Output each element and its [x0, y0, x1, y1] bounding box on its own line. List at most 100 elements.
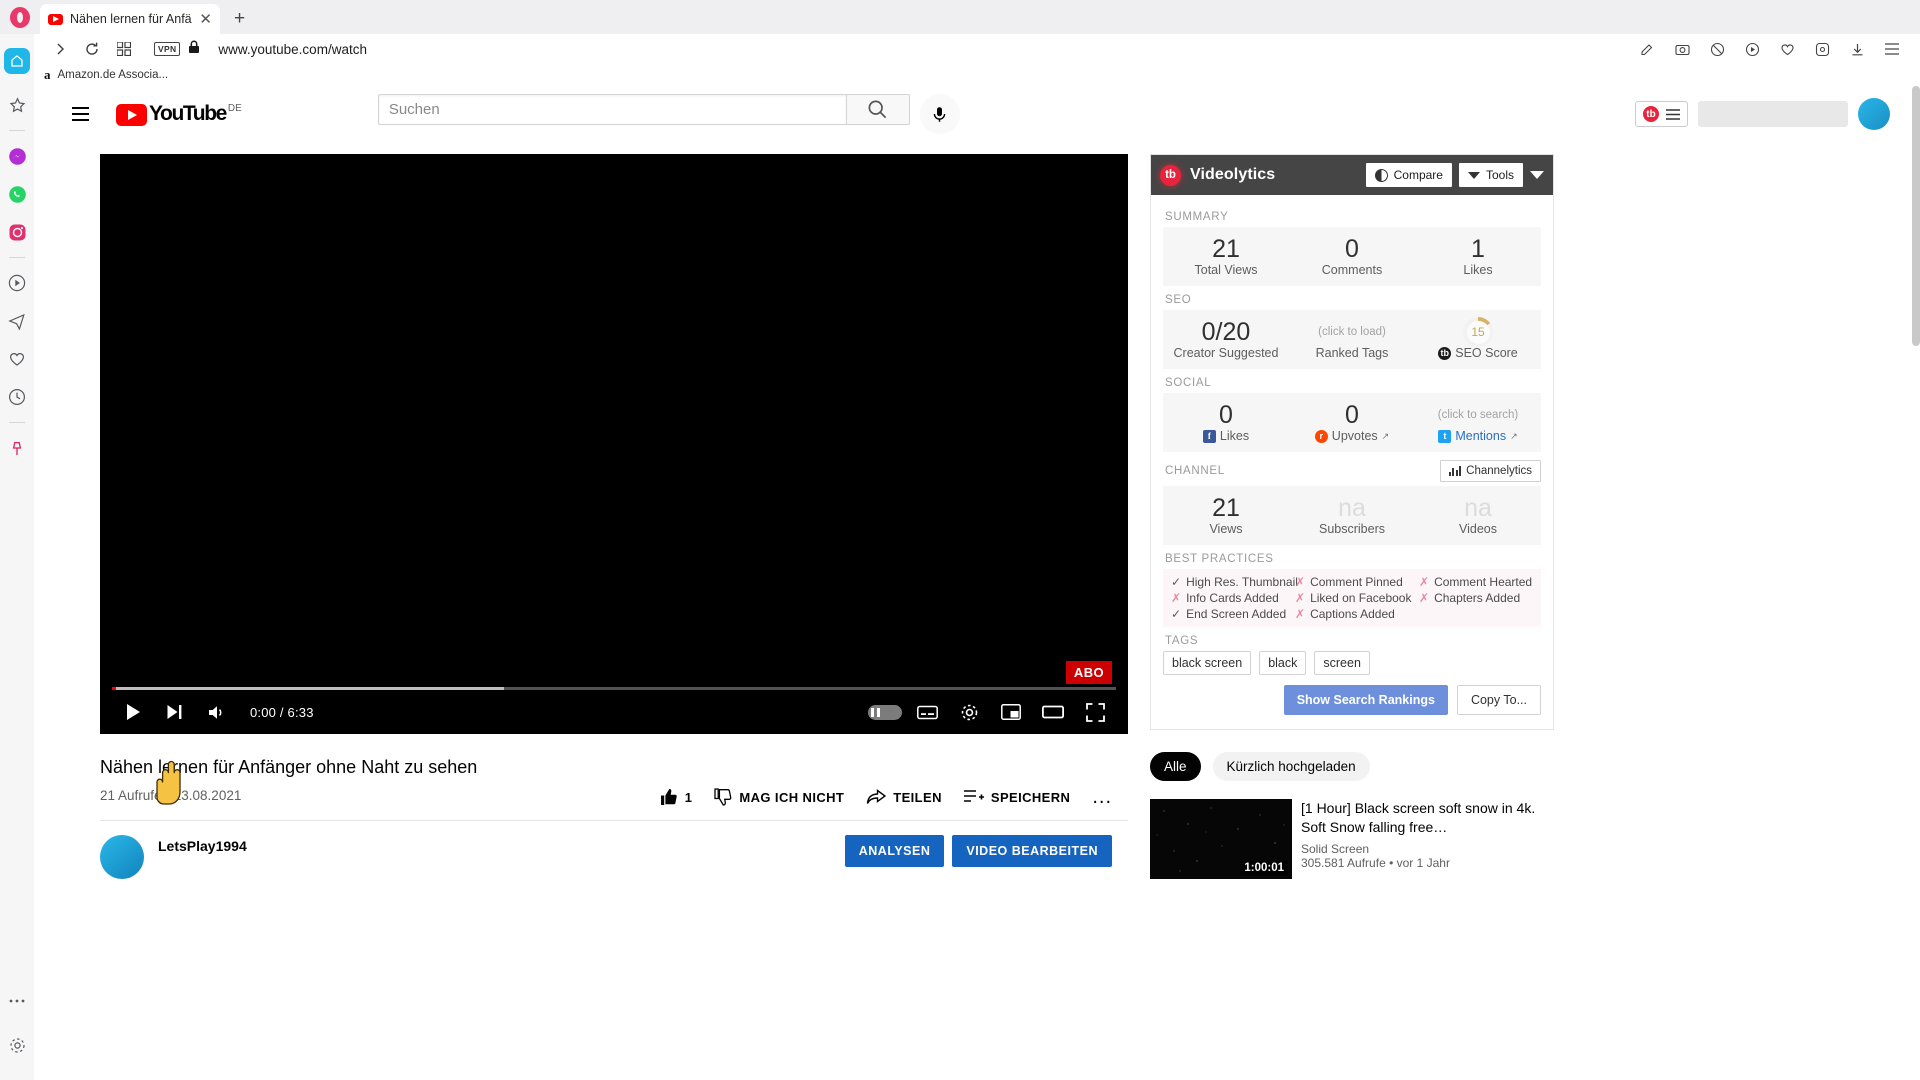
sidebar-pin-icon[interactable]: [2, 429, 32, 467]
search-input[interactable]: [377, 94, 846, 125]
cross-icon: ✗: [1295, 607, 1306, 621]
reload-icon[interactable]: [76, 36, 108, 62]
sidebar-messenger-icon[interactable]: [2, 137, 32, 175]
extensions-icon[interactable]: [1806, 36, 1838, 62]
compare-button[interactable]: Compare: [1365, 163, 1452, 187]
channel-views-value: 21: [1212, 494, 1240, 522]
summary-section-label: SUMMARY: [1165, 211, 1229, 223]
forward-icon[interactable]: [44, 36, 76, 62]
menu-icon[interactable]: [1876, 36, 1908, 62]
panel-collapse-icon[interactable]: [1530, 171, 1544, 179]
voice-search-icon[interactable]: [919, 94, 960, 134]
sidebar-more-icon[interactable]: [2, 982, 32, 1020]
youtube-wordmark: YouTube: [149, 102, 227, 125]
channel-owner-row: LetsPlay1994 ANALYSEN VIDEO BEARBEITEN: [100, 821, 1128, 879]
seo-score-value: 15: [1466, 320, 1490, 344]
like-button[interactable]: 1: [660, 788, 693, 806]
stat-reddit-upvotes[interactable]: 0 r Upvotes ↗: [1289, 400, 1415, 443]
tools-button[interactable]: Tools: [1458, 163, 1523, 187]
video-meta-row: 21 Aufrufe • 13.08.2021 1 MAG ICH NICHT: [100, 787, 1128, 807]
channel-section-label: CHANNEL Channelytics: [1165, 460, 1541, 482]
bar-chart-icon: [1448, 466, 1462, 476]
edit-video-button[interactable]: VIDEO BEARBEITEN: [952, 835, 1112, 867]
facebook-likes-label: Likes: [1219, 429, 1250, 443]
account-placeholder[interactable]: [1698, 101, 1848, 127]
theater-mode-button[interactable]: [1034, 693, 1072, 731]
tag-item[interactable]: black screen: [1163, 651, 1252, 675]
fullscreen-button[interactable]: [1076, 693, 1114, 731]
subtitles-button[interactable]: [908, 693, 946, 731]
time-display: 0:00 / 6:33: [250, 704, 314, 720]
tag-item[interactable]: black: [1259, 651, 1307, 675]
stat-twitter-mentions[interactable]: (click to search) t Mentions ↗: [1415, 400, 1541, 443]
new-tab-button[interactable]: +: [234, 8, 245, 30]
best-practice-item: ✗ Captions Added: [1295, 607, 1395, 621]
sidebar-workspace-icon[interactable]: [4, 48, 30, 74]
autoplay-toggle[interactable]: [866, 693, 904, 731]
twitter-mentions-value: (click to search): [1437, 409, 1519, 421]
chip-kuerzlich-hochgeladen[interactable]: Kürzlich hochgeladen: [1212, 752, 1370, 781]
speed-dial-icon[interactable]: [108, 36, 140, 62]
reddit-upvotes-value: 0: [1345, 401, 1359, 429]
avatar[interactable]: [1858, 98, 1890, 130]
stat-ranked-tags[interactable]: (click to load) Ranked Tags: [1289, 317, 1415, 360]
browser-tab-bar: Nähen lernen für Anfänger ✕ +: [0, 0, 1920, 34]
bookmark-amazon[interactable]: a Amazon.de Associa...: [44, 67, 168, 83]
volume-button[interactable]: [198, 693, 236, 731]
sidebar-history-icon[interactable]: [2, 378, 32, 416]
stat-seo-score: 15 tb SEO Score: [1415, 317, 1541, 360]
channel-name[interactable]: LetsPlay1994: [158, 838, 247, 854]
sidebar-instagram-icon[interactable]: [2, 213, 32, 251]
stat-channel-views: 21 Views: [1163, 493, 1289, 536]
snapshot-icon[interactable]: [1666, 36, 1698, 62]
social-section-label: SOCIAL: [1165, 377, 1212, 389]
dislike-label: MAG ICH NICHT: [739, 789, 845, 805]
facebook-icon: f: [1202, 429, 1216, 443]
next-video-button[interactable]: [156, 693, 194, 731]
video-player[interactable]: ABO 0:00 / 6:33: [100, 154, 1128, 734]
settings-gear-icon[interactable]: [950, 693, 988, 731]
block-ads-icon[interactable]: [1701, 36, 1733, 62]
more-actions-icon[interactable]: ...: [1092, 787, 1112, 807]
sidebar-favorites-icon[interactable]: [2, 340, 32, 378]
miniplayer-button[interactable]: [992, 693, 1030, 731]
sidebar-player-icon[interactable]: [2, 264, 32, 302]
related-duration: 1:00:01: [1240, 861, 1288, 875]
browser-tab[interactable]: Nähen lernen für Anfänger ✕: [40, 4, 220, 34]
page-scrollbar[interactable]: [1912, 86, 1920, 1080]
play-button[interactable]: [114, 693, 152, 731]
sidebar-settings-icon[interactable]: [2, 1026, 32, 1064]
share-button[interactable]: TEILEN: [866, 788, 942, 806]
channel-label-text: CHANNEL: [1165, 465, 1225, 477]
videolytics-extension-button[interactable]: tb: [1635, 101, 1688, 127]
scrollbar-thumb[interactable]: [1912, 86, 1920, 346]
cross-icon: ✗: [1419, 591, 1430, 605]
ranked-tags-label: Ranked Tags: [1315, 346, 1389, 360]
chip-alle[interactable]: Alle: [1150, 752, 1201, 781]
player-icon[interactable]: [1736, 36, 1768, 62]
copy-to-button[interactable]: Copy To...: [1456, 685, 1541, 715]
dislike-button[interactable]: MAG ICH NICHT: [714, 788, 844, 806]
show-search-rankings-button[interactable]: Show Search Rankings: [1283, 685, 1448, 715]
guide-menu-icon[interactable]: [60, 94, 100, 134]
save-button[interactable]: SPEICHERN: [963, 789, 1070, 805]
related-video-item[interactable]: 1:00:01 [1 Hour] Black screen soft snow …: [1150, 799, 1554, 879]
downloads-icon[interactable]: [1841, 36, 1873, 62]
youtube-logo[interactable]: YouTube DE: [116, 102, 242, 126]
sidebar-send-icon[interactable]: [2, 302, 32, 340]
stat-likes: 1 Likes: [1415, 234, 1541, 277]
sidebar-bookmarks-icon[interactable]: [2, 86, 32, 124]
vpn-badge[interactable]: VPN: [154, 42, 181, 56]
heart-icon[interactable]: [1771, 36, 1803, 62]
tag-item[interactable]: screen: [1314, 651, 1370, 675]
edit-icon[interactable]: [1631, 36, 1663, 62]
close-tab-icon[interactable]: ✕: [199, 12, 212, 27]
channel-avatar[interactable]: [100, 835, 144, 879]
cross-icon: ✗: [1171, 591, 1182, 605]
search-button[interactable]: [845, 94, 910, 125]
sidebar-whatsapp-icon[interactable]: [2, 175, 32, 213]
address-bar[interactable]: www.youtube.com/watch: [218, 42, 367, 57]
channelytics-button[interactable]: Channelytics: [1439, 460, 1541, 482]
analytics-button[interactable]: ANALYSEN: [844, 835, 945, 867]
related-info: [1 Hour] Black screen soft snow in 4k. S…: [1301, 799, 1554, 879]
